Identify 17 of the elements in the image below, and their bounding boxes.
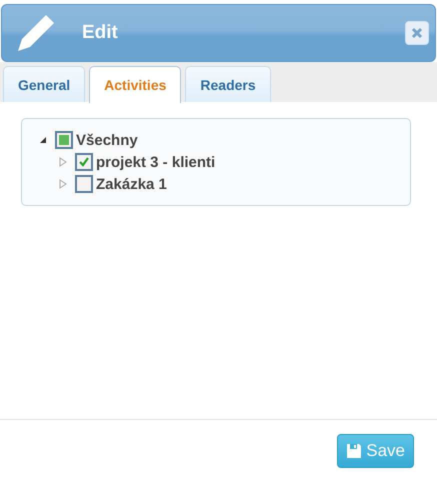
pencil-icon (16, 13, 56, 53)
tab[interactable]: General (3, 66, 86, 102)
expand-icon[interactable] (59, 179, 67, 189)
tree-item-label[interactable]: projekt 3 - klienti (96, 154, 216, 170)
tree-item-label[interactable]: Zakázka 1 (96, 176, 167, 192)
window-title: Edit (82, 22, 119, 44)
tree-item-label[interactable]: Všechny (76, 132, 138, 148)
close-icon (411, 27, 423, 39)
expand-icon[interactable] (59, 157, 67, 167)
checkbox[interactable] (55, 131, 73, 149)
tab[interactable]: Activities (89, 66, 182, 103)
tab[interactable]: Readers (185, 66, 271, 102)
checkbox[interactable] (75, 175, 93, 193)
collapse-icon[interactable] (39, 136, 47, 144)
checkmark-icon (78, 156, 90, 168)
checkbox[interactable] (75, 153, 93, 171)
close-button[interactable] (405, 21, 429, 45)
